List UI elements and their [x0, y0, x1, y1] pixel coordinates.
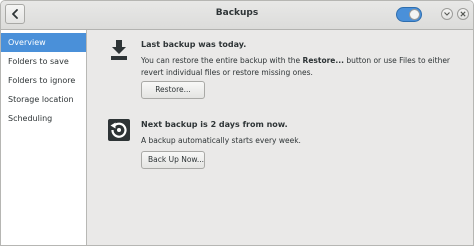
switch-knob[interactable]: [409, 9, 420, 20]
clock-restore-icon: [108, 119, 130, 141]
backups-window: Backups Overview Folders to save Folders…: [0, 0, 474, 246]
automatic-backup-switch[interactable]: [396, 7, 422, 22]
restore-button[interactable]: Restore...: [141, 81, 205, 99]
last-backup-section: Last backup was today. You can restore t…: [108, 39, 468, 103]
sidebar-item-folders-to-save[interactable]: Folders to save: [1, 52, 86, 71]
restore-emphasis: Restore...: [302, 56, 344, 65]
window-close-button[interactable]: [457, 8, 469, 20]
sidebar-item-overview[interactable]: Overview: [1, 33, 86, 52]
sidebar-item-scheduling[interactable]: Scheduling: [1, 109, 86, 128]
last-backup-title: Last backup was today.: [141, 40, 247, 49]
download-icon: [111, 40, 127, 60]
next-backup-title: Next backup is 2 days from now.: [141, 120, 288, 129]
chevron-down-icon: [444, 12, 450, 16]
sidebar: Overview Folders to save Folders to igno…: [1, 30, 87, 245]
next-backup-section: Next backup is 2 days from now. A backup…: [108, 119, 468, 173]
last-backup-description: You can restore the entire backup with t…: [141, 56, 451, 77]
header-bar: Backups: [1, 1, 473, 30]
close-icon: [460, 11, 466, 17]
next-backup-description: A backup automatically starts every week…: [141, 136, 301, 145]
window-menu-button[interactable]: [441, 8, 453, 20]
sidebar-item-folders-to-ignore[interactable]: Folders to ignore: [1, 71, 86, 90]
back-up-now-button[interactable]: Back Up Now...: [141, 151, 205, 169]
sidebar-item-storage-location[interactable]: Storage location: [1, 90, 86, 109]
